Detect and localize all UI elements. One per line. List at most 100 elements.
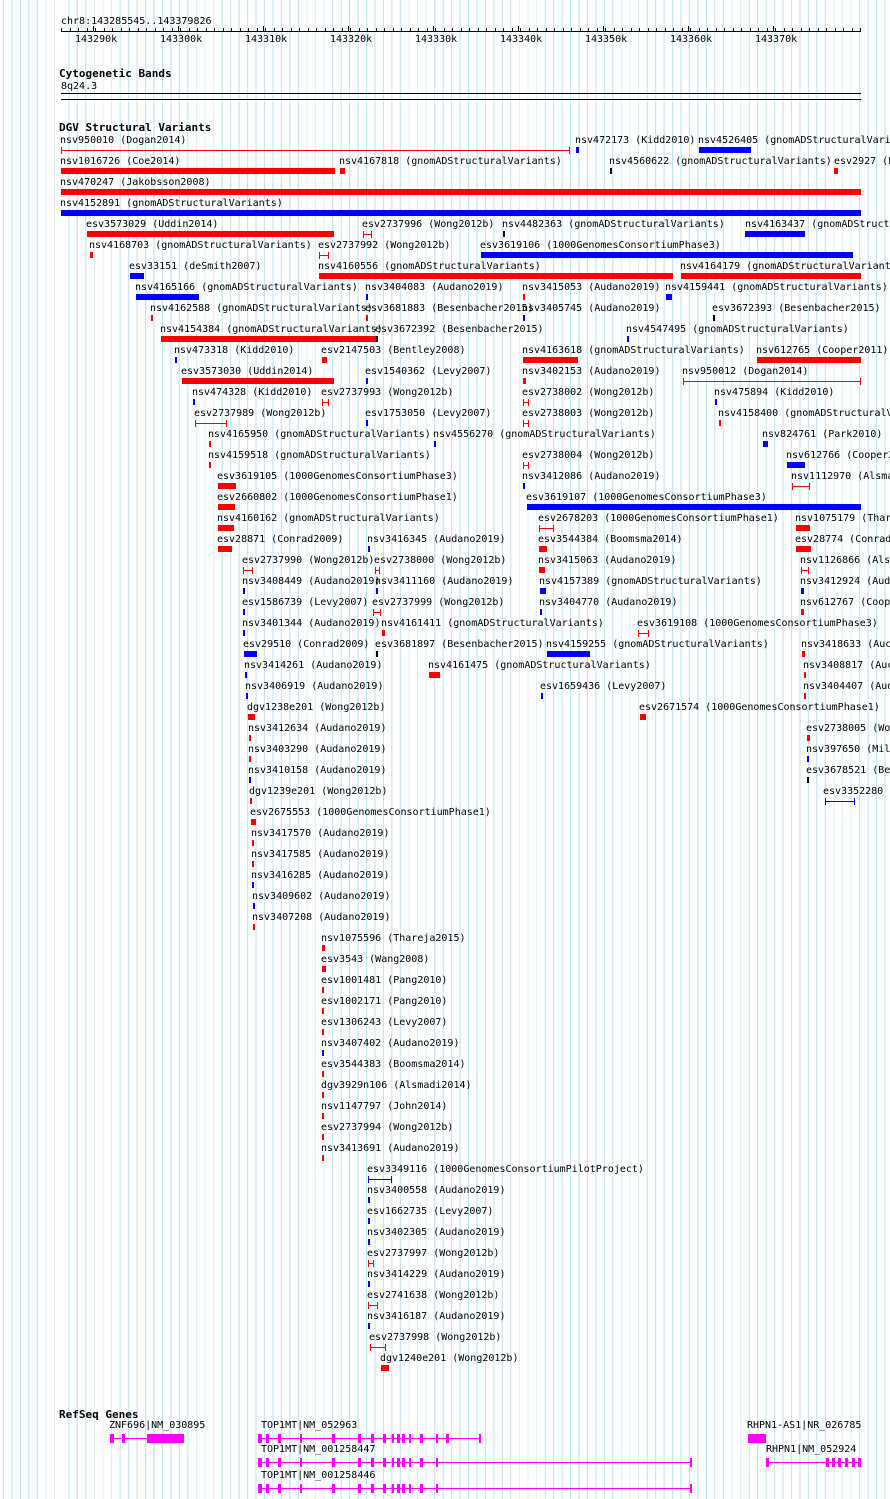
dgv-variant-label[interactable]: nsv3401344 (Audano2019) <box>242 618 380 629</box>
dgv-variant-bar[interactable] <box>792 486 810 487</box>
refseq-gene-exon[interactable] <box>402 1458 405 1467</box>
dgv-variant-label[interactable]: esv2737999 (Wong2012b) <box>372 597 504 608</box>
dgv-variant-label[interactable]: nsv612767 (Coop <box>800 597 890 608</box>
dgv-variant-label[interactable]: esv3349116 (1000GenomesConsortiumPilotPr… <box>367 1164 644 1175</box>
refseq-gene-exon[interactable] <box>332 1484 335 1493</box>
dgv-variant-bar[interactable] <box>322 1113 324 1119</box>
dgv-variant-label[interactable]: esv29510 (Conrad2009) <box>243 639 369 650</box>
dgv-variant-bar[interactable] <box>246 693 248 699</box>
dgv-variant-label[interactable]: esv2737989 (Wong2012b) <box>194 408 326 419</box>
refseq-gene-exon[interactable] <box>392 1434 394 1443</box>
dgv-variant-label[interactable]: esv2741638 (Wong2012b) <box>367 1290 499 1301</box>
dgv-variant-label[interactable]: nsv4163618 (gnomADStructuralVariants) <box>522 345 745 356</box>
refseq-gene-exon[interactable] <box>383 1458 386 1467</box>
dgv-variant-bar[interactable] <box>243 588 245 594</box>
refseq-gene-exon[interactable] <box>832 1458 835 1467</box>
dgv-variant-label[interactable]: esv2737996 (Wong2012b) <box>362 219 494 230</box>
refseq-gene-exon[interactable] <box>858 1458 861 1467</box>
dgv-variant-label[interactable]: nsv4526405 (gnomADStructuralVariants) <box>698 135 890 146</box>
dgv-variant-bar[interactable] <box>370 1347 386 1348</box>
dgv-variant-bar[interactable] <box>539 567 545 573</box>
dgv-variant-label[interactable]: nsv3409602 (Audano2019) <box>252 891 390 902</box>
dgv-variant-label[interactable]: nsv4157389 (gnomADStructuralVariants) <box>539 576 762 587</box>
dgv-variant-bar[interactable] <box>547 651 590 657</box>
dgv-variant-label[interactable]: nsv950012 (Dogan2014) <box>682 366 808 377</box>
dgv-variant-label[interactable]: nsv4161411 (gnomADStructuralVariants) <box>381 618 604 629</box>
dgv-variant-bar[interactable] <box>683 381 861 382</box>
dgv-variant-bar[interactable] <box>801 588 804 594</box>
dgv-variant-bar[interactable] <box>322 1029 324 1035</box>
dgv-variant-bar[interactable] <box>218 483 236 489</box>
dgv-variant-label[interactable]: esv1306243 (Levy2007) <box>321 1017 447 1028</box>
dgv-variant-label[interactable]: esv2738003 (Wong2012b) <box>522 408 654 419</box>
dgv-variant-label[interactable]: nsv4161475 (gnomADStructuralVariants) <box>428 660 651 671</box>
dgv-variant-bar[interactable] <box>540 609 542 615</box>
refseq-gene-exon[interactable] <box>300 1434 302 1443</box>
dgv-variant-label[interactable]: esv2147503 (Bentley2008) <box>321 345 466 356</box>
dgv-variant-label[interactable]: esv2738005 (Wo <box>806 723 890 734</box>
dgv-variant-bar[interactable] <box>244 651 257 657</box>
dgv-variant-label[interactable]: esv28774 (Conrad <box>795 534 890 545</box>
dgv-variant-bar[interactable] <box>802 651 805 657</box>
dgv-variant-label[interactable]: nsv4160556 (gnomADStructuralVariants) <box>318 261 541 272</box>
refseq-gene-exon[interactable] <box>332 1458 335 1467</box>
dgv-variant-bar[interactable] <box>627 336 629 342</box>
refseq-gene-label[interactable]: TOP1MT|NM_052963 <box>261 1420 357 1431</box>
dgv-variant-label[interactable]: nsv3403290 (Audano2019) <box>248 744 386 755</box>
refseq-gene-exon[interactable] <box>402 1484 405 1493</box>
dgv-variant-label[interactable]: esv1753050 (Levy2007) <box>365 408 491 419</box>
dgv-variant-bar[interactable] <box>252 861 254 867</box>
refseq-gene-exon[interactable] <box>826 1458 829 1467</box>
dgv-variant-bar[interactable] <box>250 798 252 804</box>
dgv-variant-bar[interactable] <box>218 546 232 552</box>
refseq-gene-exon[interactable] <box>397 1484 400 1493</box>
dgv-variant-bar[interactable] <box>61 150 570 151</box>
refseq-gene-exon[interactable] <box>402 1434 405 1443</box>
dgv-variant-label[interactable]: nsv475894 (Kidd2010) <box>714 387 834 398</box>
dgv-variant-label[interactable]: nsv4152891 (gnomADStructuralVariants) <box>60 198 283 209</box>
dgv-variant-bar[interactable] <box>175 357 177 363</box>
dgv-variant-bar[interactable] <box>382 630 385 636</box>
dgv-variant-label[interactable]: nsv4547495 (gnomADStructuralVariants) <box>626 324 849 335</box>
dgv-variant-bar[interactable] <box>368 1239 370 1245</box>
dgv-variant-label[interactable]: esv2671574 (1000GenomesConsortiumPhase1) <box>639 702 880 713</box>
dgv-variant-label[interactable]: esv3619108 (1000GenomesConsortiumPhase3) <box>637 618 878 629</box>
dgv-variant-bar[interactable] <box>541 693 543 699</box>
dgv-variant-label[interactable]: esv3573029 (Uddin2014) <box>86 219 218 230</box>
dgv-variant-bar[interactable] <box>715 399 717 405</box>
refseq-gene-exon[interactable] <box>690 1484 692 1493</box>
refseq-gene-exon[interactable] <box>358 1484 361 1493</box>
refseq-gene-exon[interactable] <box>110 1434 114 1443</box>
dgv-variant-label[interactable]: nsv4163437 (gnomADStructu <box>745 219 890 230</box>
dgv-variant-bar[interactable] <box>368 1323 370 1329</box>
dgv-variant-bar[interactable] <box>87 231 334 237</box>
dgv-variant-label[interactable]: nsv3405745 (Audano2019) <box>522 303 660 314</box>
dgv-variant-bar[interactable] <box>209 462 211 468</box>
dgv-variant-bar[interactable] <box>539 546 547 552</box>
dgv-variant-label[interactable]: nsv1075179 (Thar <box>795 513 890 524</box>
dgv-variant-label[interactable]: esv2660802 (1000GenomesConsortiumPhase1) <box>217 492 458 503</box>
dgv-variant-bar[interactable] <box>322 1071 324 1077</box>
dgv-variant-label[interactable]: esv1001481 (Pang2010) <box>321 975 447 986</box>
dgv-variant-bar[interactable] <box>368 1218 370 1224</box>
dgv-variant-label[interactable]: nsv3412634 (Audano2019) <box>248 723 386 734</box>
dgv-variant-bar[interactable] <box>90 252 93 258</box>
dgv-variant-label[interactable]: nsv612765 (Cooper2011) <box>756 345 888 356</box>
refseq-gene-exon[interactable] <box>409 1458 411 1467</box>
dgv-variant-label[interactable]: nsv4159518 (gnomADStructuralVariants) <box>208 450 431 461</box>
dgv-variant-bar[interactable] <box>610 168 612 174</box>
dgv-variant-bar[interactable] <box>796 525 810 531</box>
dgv-variant-bar[interactable] <box>249 756 251 762</box>
dgv-variant-label[interactable]: dgv1238e201 (Wong2012b) <box>247 702 385 713</box>
dgv-variant-bar[interactable] <box>713 315 715 321</box>
dgv-variant-bar[interactable] <box>640 714 646 720</box>
dgv-variant-label[interactable]: esv2737994 (Wong2012b) <box>321 1122 453 1133</box>
dgv-variant-bar[interactable] <box>195 423 227 424</box>
dgv-variant-bar[interactable] <box>322 987 324 993</box>
refseq-gene-exon[interactable] <box>436 1458 438 1467</box>
dgv-variant-bar[interactable] <box>136 294 199 300</box>
refseq-gene-exon[interactable] <box>436 1484 438 1493</box>
refseq-gene-exon[interactable] <box>300 1458 302 1467</box>
dgv-variant-bar[interactable] <box>366 378 368 384</box>
dgv-variant-bar[interactable] <box>322 1008 324 1014</box>
